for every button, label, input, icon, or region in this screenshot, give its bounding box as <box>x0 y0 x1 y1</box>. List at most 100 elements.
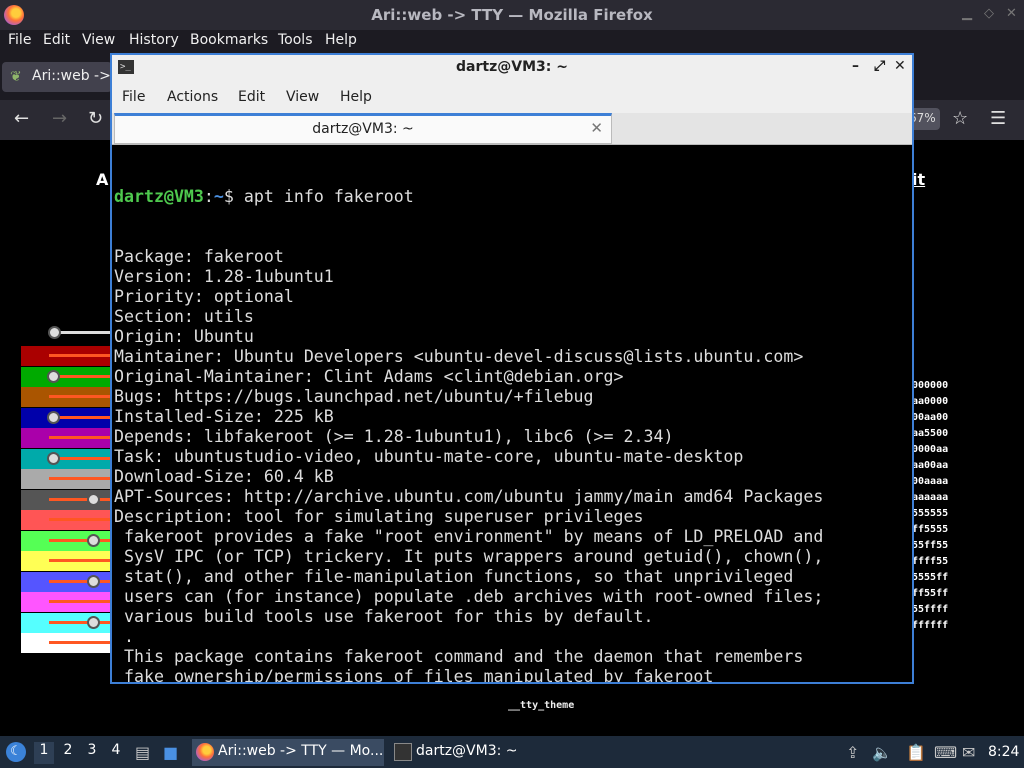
terminal-tabbar: dartz@VM3: ~ ✕ <box>112 113 912 145</box>
terminal-close-icon[interactable]: ✕ <box>894 58 906 74</box>
output-line: Original-Maintainer: Clint Adams <clint@… <box>114 367 624 386</box>
upload-icon[interactable]: ⇪ <box>846 743 859 762</box>
swatch-slider-knob[interactable] <box>87 615 100 629</box>
hex-code: ffffff <box>912 620 949 631</box>
swatch-slider-knob[interactable] <box>87 574 100 588</box>
output-line: Maintainer: Ubuntu Developers <ubuntu-de… <box>114 347 804 366</box>
firefox-titlebar: Ari::web -> TTY — Mozilla Firefox ▁ ◇ ✕ <box>0 0 1024 30</box>
page-heading-fragment: A <box>96 170 109 189</box>
output-line: Bugs: https://bugs.launchpad.net/ubuntu/… <box>114 387 594 406</box>
terminal-window: >_ dartz@VM3: ~ – ⤢ ✕ File Actions Edit … <box>110 53 914 684</box>
tab-close-icon[interactable]: ✕ <box>590 119 603 137</box>
hex-code: ffff55 <box>912 556 949 567</box>
hex-code: 55ffff <box>912 604 949 615</box>
show-desktop-icon[interactable]: ■ <box>163 743 178 762</box>
color-swatch[interactable] <box>21 387 113 407</box>
swatch-slider-track <box>49 354 113 357</box>
terminal-output[interactable]: dartz@VM3:~$ apt info fakeroot Package: … <box>114 147 910 682</box>
firefox-tab[interactable]: ❦ Ari::web -> <box>2 62 112 92</box>
color-swatch[interactable] <box>21 469 113 489</box>
swatch-slider-knob[interactable] <box>87 533 100 547</box>
swatch-slider-knob[interactable] <box>47 369 60 383</box>
workspace-2[interactable]: 2 <box>58 742 78 764</box>
swatch-slider-knob[interactable] <box>47 410 60 424</box>
task-terminal[interactable]: dartz@VM3: ~ <box>390 739 540 766</box>
swatch-slider-knob[interactable] <box>87 492 100 506</box>
hex-code: aa0000 <box>912 396 949 407</box>
start-menu-icon[interactable]: ☾ <box>6 742 26 762</box>
bookmark-star-icon[interactable]: ☆ <box>952 108 968 129</box>
color-swatch[interactable] <box>21 346 113 366</box>
color-swatch[interactable] <box>21 428 113 448</box>
swatch-slider-track <box>49 518 113 521</box>
terminal-menu-file[interactable]: File <box>122 89 145 105</box>
swatch-slider-track <box>49 600 113 603</box>
color-swatch[interactable] <box>21 407 113 428</box>
terminal-minimize-icon[interactable]: – <box>852 58 859 74</box>
menu-history[interactable]: History <box>129 32 179 48</box>
swatch-slider-track <box>49 395 113 398</box>
clock[interactable]: 8:24 <box>988 744 1019 760</box>
terminal-menu-edit[interactable]: Edit <box>238 89 265 105</box>
output-line: users can (for instance) populate .deb a… <box>114 587 824 606</box>
color-swatch[interactable] <box>21 510 113 530</box>
forward-icon[interactable]: → <box>52 108 67 129</box>
firefox-tab-label: Ari::web -> <box>32 68 111 84</box>
color-swatch[interactable] <box>21 592 113 612</box>
workspace-4[interactable]: 4 <box>106 742 126 764</box>
output-line: stat(), and other file-manipulation func… <box>114 567 794 586</box>
hex-code: 555555 <box>912 508 949 519</box>
firefox-menubar: File Edit View History Bookmarks Tools H… <box>0 30 1024 52</box>
hex-code: aa5500 <box>912 428 949 439</box>
color-swatch[interactable] <box>21 551 113 571</box>
close-icon[interactable]: ✕ <box>1006 6 1017 21</box>
output-line: Version: 1.28-1ubuntu1 <box>114 267 334 286</box>
color-swatch[interactable] <box>21 489 113 510</box>
maximize-icon[interactable]: ◇ <box>984 6 994 21</box>
output-line: Origin: Ubuntu <box>114 327 254 346</box>
output-line: fake ownership/permissions of files mani… <box>114 667 714 682</box>
swatch-slider-knob[interactable] <box>47 451 60 465</box>
color-swatch[interactable] <box>21 571 113 592</box>
swatch-slider-track <box>49 559 113 562</box>
slider-knob[interactable] <box>48 326 61 339</box>
task-firefox[interactable]: Ari::web -> TTY — Mo... <box>192 739 384 766</box>
terminal-restore-icon[interactable]: ⤢ <box>874 58 885 74</box>
notification-icon[interactable]: ✉ <box>962 743 975 762</box>
file-manager-icon[interactable]: ▤ <box>135 743 150 762</box>
output-line: . <box>114 627 134 646</box>
workspace-1[interactable]: 1 <box>34 742 54 764</box>
color-swatch[interactable] <box>21 633 113 653</box>
network-icon[interactable]: ⌨ <box>934 743 957 762</box>
theme-slider[interactable] <box>48 325 113 341</box>
hex-code: ff55ff <box>912 588 949 599</box>
hex-code: aaaaaa <box>912 492 949 503</box>
back-icon[interactable]: ← <box>14 108 29 129</box>
hex-code: ff5555 <box>912 524 949 535</box>
taskbar: ☾ 1 2 3 4 ▤ ■ Ari::web -> TTY — Mo... da… <box>0 736 1024 768</box>
menu-view[interactable]: View <box>82 32 115 48</box>
color-swatch[interactable] <box>21 366 113 387</box>
color-swatch[interactable] <box>21 448 113 469</box>
terminal-menu-actions[interactable]: Actions <box>167 89 218 105</box>
hex-code: 0000aa <box>912 444 949 455</box>
menu-file[interactable]: File <box>8 32 31 48</box>
hex-code: aa00aa <box>912 460 949 471</box>
color-swatch[interactable] <box>21 612 113 633</box>
hamburger-menu-icon[interactable]: ☰ <box>990 108 1006 129</box>
color-swatch[interactable] <box>21 530 113 551</box>
output-line: Description: tool for simulating superus… <box>114 507 644 526</box>
menu-edit[interactable]: Edit <box>43 32 70 48</box>
clipboard-icon[interactable]: 📋 <box>906 743 926 762</box>
terminal-menu-help[interactable]: Help <box>340 89 372 105</box>
terminal-menu-view[interactable]: View <box>286 89 319 105</box>
menu-tools[interactable]: Tools <box>278 32 313 48</box>
minimize-icon[interactable]: ▁ <box>962 6 972 21</box>
workspace-3[interactable]: 3 <box>82 742 102 764</box>
menu-bookmarks[interactable]: Bookmarks <box>190 32 268 48</box>
terminal-tab[interactable]: dartz@VM3: ~ ✕ <box>114 113 612 144</box>
reload-icon[interactable]: ↻ <box>88 108 103 129</box>
volume-icon[interactable]: 🔈 <box>872 743 892 762</box>
menu-help[interactable]: Help <box>325 32 357 48</box>
hex-code: 000000 <box>912 380 949 391</box>
